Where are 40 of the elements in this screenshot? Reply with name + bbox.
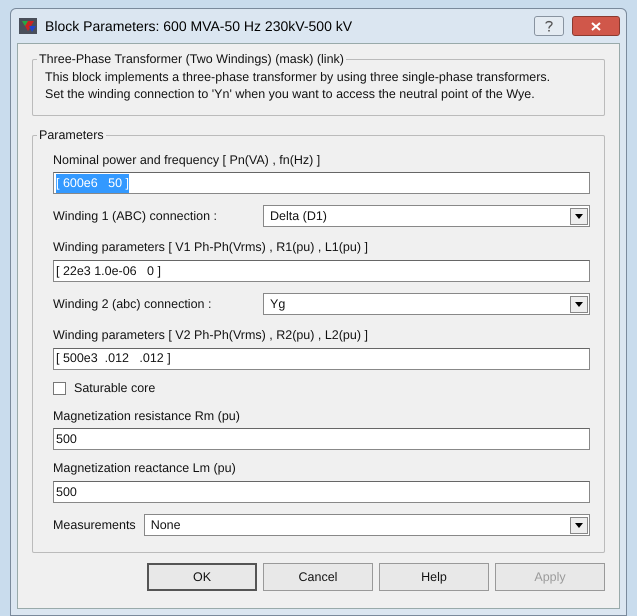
dropdown-arrow-button[interactable]: [570, 296, 588, 312]
dialog-button[interactable]: Help: [379, 563, 489, 591]
input-field[interactable]: 500: [53, 481, 590, 503]
dialog-button[interactable]: OK: [147, 563, 257, 591]
field-value: 500: [56, 430, 77, 448]
dialog-button[interactable]: Cancel: [263, 563, 373, 591]
group-title: Parameters: [38, 126, 105, 144]
field-label: Winding 1 (ABC) connection :: [53, 208, 218, 225]
help-icon: [545, 20, 553, 32]
field-label: Winding 2 (abc) connection :: [53, 296, 212, 313]
close-button[interactable]: [572, 16, 620, 36]
field-value: [ 600e6 50 ]: [56, 174, 129, 193]
field-value: [ 22e3 1.0e-06 0 ]: [56, 262, 161, 280]
input-field[interactable]: 500: [53, 428, 590, 450]
field-label: Magnetization resistance Rm (pu): [53, 408, 241, 425]
dropdown-field[interactable]: Yg: [263, 293, 590, 315]
help-button[interactable]: [534, 16, 564, 36]
field-label: Winding parameters [ V2 Ph-Ph(Vrms) , R2(pu) , L2(pu) ]: [53, 327, 369, 344]
checkbox-label: Saturable core: [74, 380, 156, 397]
field-label: Magnetization reactance Lm (pu): [53, 460, 237, 478]
app-icon: [19, 18, 37, 34]
caret-icon: [575, 214, 583, 219]
group-title: Three-Phase Transformer (Two Windings) (mask) (link): [38, 51, 345, 68]
window-title: Block Parameters: 600 MVA-50 Hz 230kV-500 kV: [45, 16, 354, 36]
field-value: [ 500e3 .012 .012 ]: [56, 350, 171, 368]
input-field[interactable]: [ 22e3 1.0e-06 0 ]: [53, 260, 590, 282]
caret-icon: [575, 522, 583, 528]
dropdown-arrow-button[interactable]: [570, 516, 588, 534]
description-text: This block implements a three-phase transformer by using three single-phase transformers. Set the winding connection to 'Yn' when you want to access the neutral point of the Wye.: [45, 68, 552, 103]
close-icon: [591, 22, 601, 30]
dropdown-arrow-button[interactable]: [570, 208, 588, 225]
field-label: Winding parameters [ V1 Ph-Ph(Vrms) , R1(pu) , L1(pu) ]: [53, 239, 369, 256]
field-label: Nominal power and frequency [ Pn(VA) , fn(Hz) ]: [53, 152, 322, 169]
dropdown-field[interactable]: None: [144, 514, 590, 536]
dropdown-field[interactable]: Delta (D1): [263, 205, 590, 228]
field-value: 500: [56, 484, 77, 501]
caret-icon: [575, 302, 583, 306]
input-field[interactable]: [ 500e3 .012 .012 ]: [53, 348, 590, 370]
field-label: Measurements: [53, 516, 136, 534]
checkbox[interactable]: [53, 382, 66, 395]
